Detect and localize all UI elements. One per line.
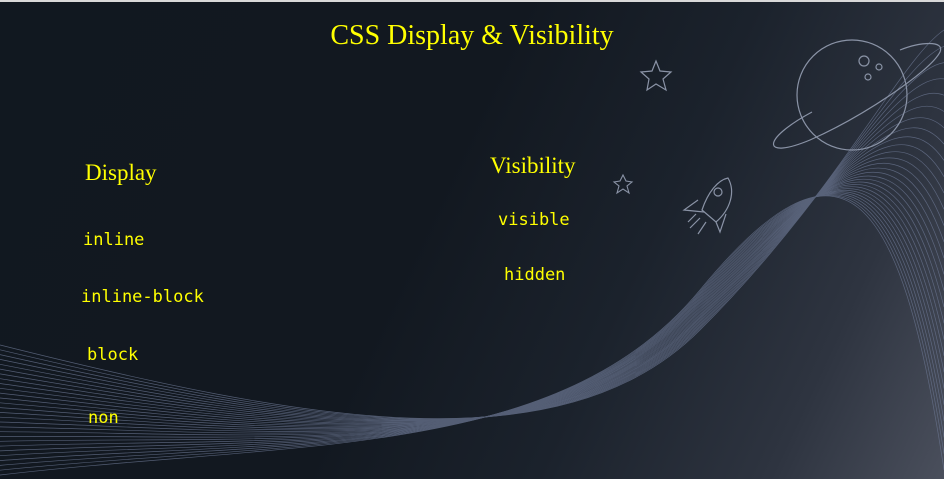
rocket-icon — [682, 177, 733, 235]
wave-line — [0, 188, 944, 442]
display-option-inline[interactable]: inline — [83, 230, 144, 250]
wave-line — [0, 106, 944, 422]
star-icon — [612, 173, 634, 195]
wave-lines — [0, 29, 944, 476]
visibility-heading: Visibility — [490, 153, 576, 178]
wave-line — [0, 184, 944, 436]
visibility-option-visible[interactable]: visible — [498, 210, 570, 230]
star-icon — [639, 59, 673, 92]
wave-line — [0, 181, 944, 434]
display-option-none[interactable]: non — [88, 408, 119, 428]
visibility-option-hidden[interactable]: hidden — [504, 265, 565, 285]
wave-line — [0, 29, 944, 419]
planet-icon — [772, 39, 942, 151]
wave-line — [0, 189, 944, 447]
wave-line — [0, 186, 944, 438]
page-title: CSS Display & Visibility — [330, 20, 614, 51]
display-heading: Display — [85, 160, 157, 185]
display-option-block[interactable]: block — [87, 345, 138, 365]
wave-line — [0, 93, 944, 421]
display-option-inline-block[interactable]: inline-block — [81, 287, 204, 307]
